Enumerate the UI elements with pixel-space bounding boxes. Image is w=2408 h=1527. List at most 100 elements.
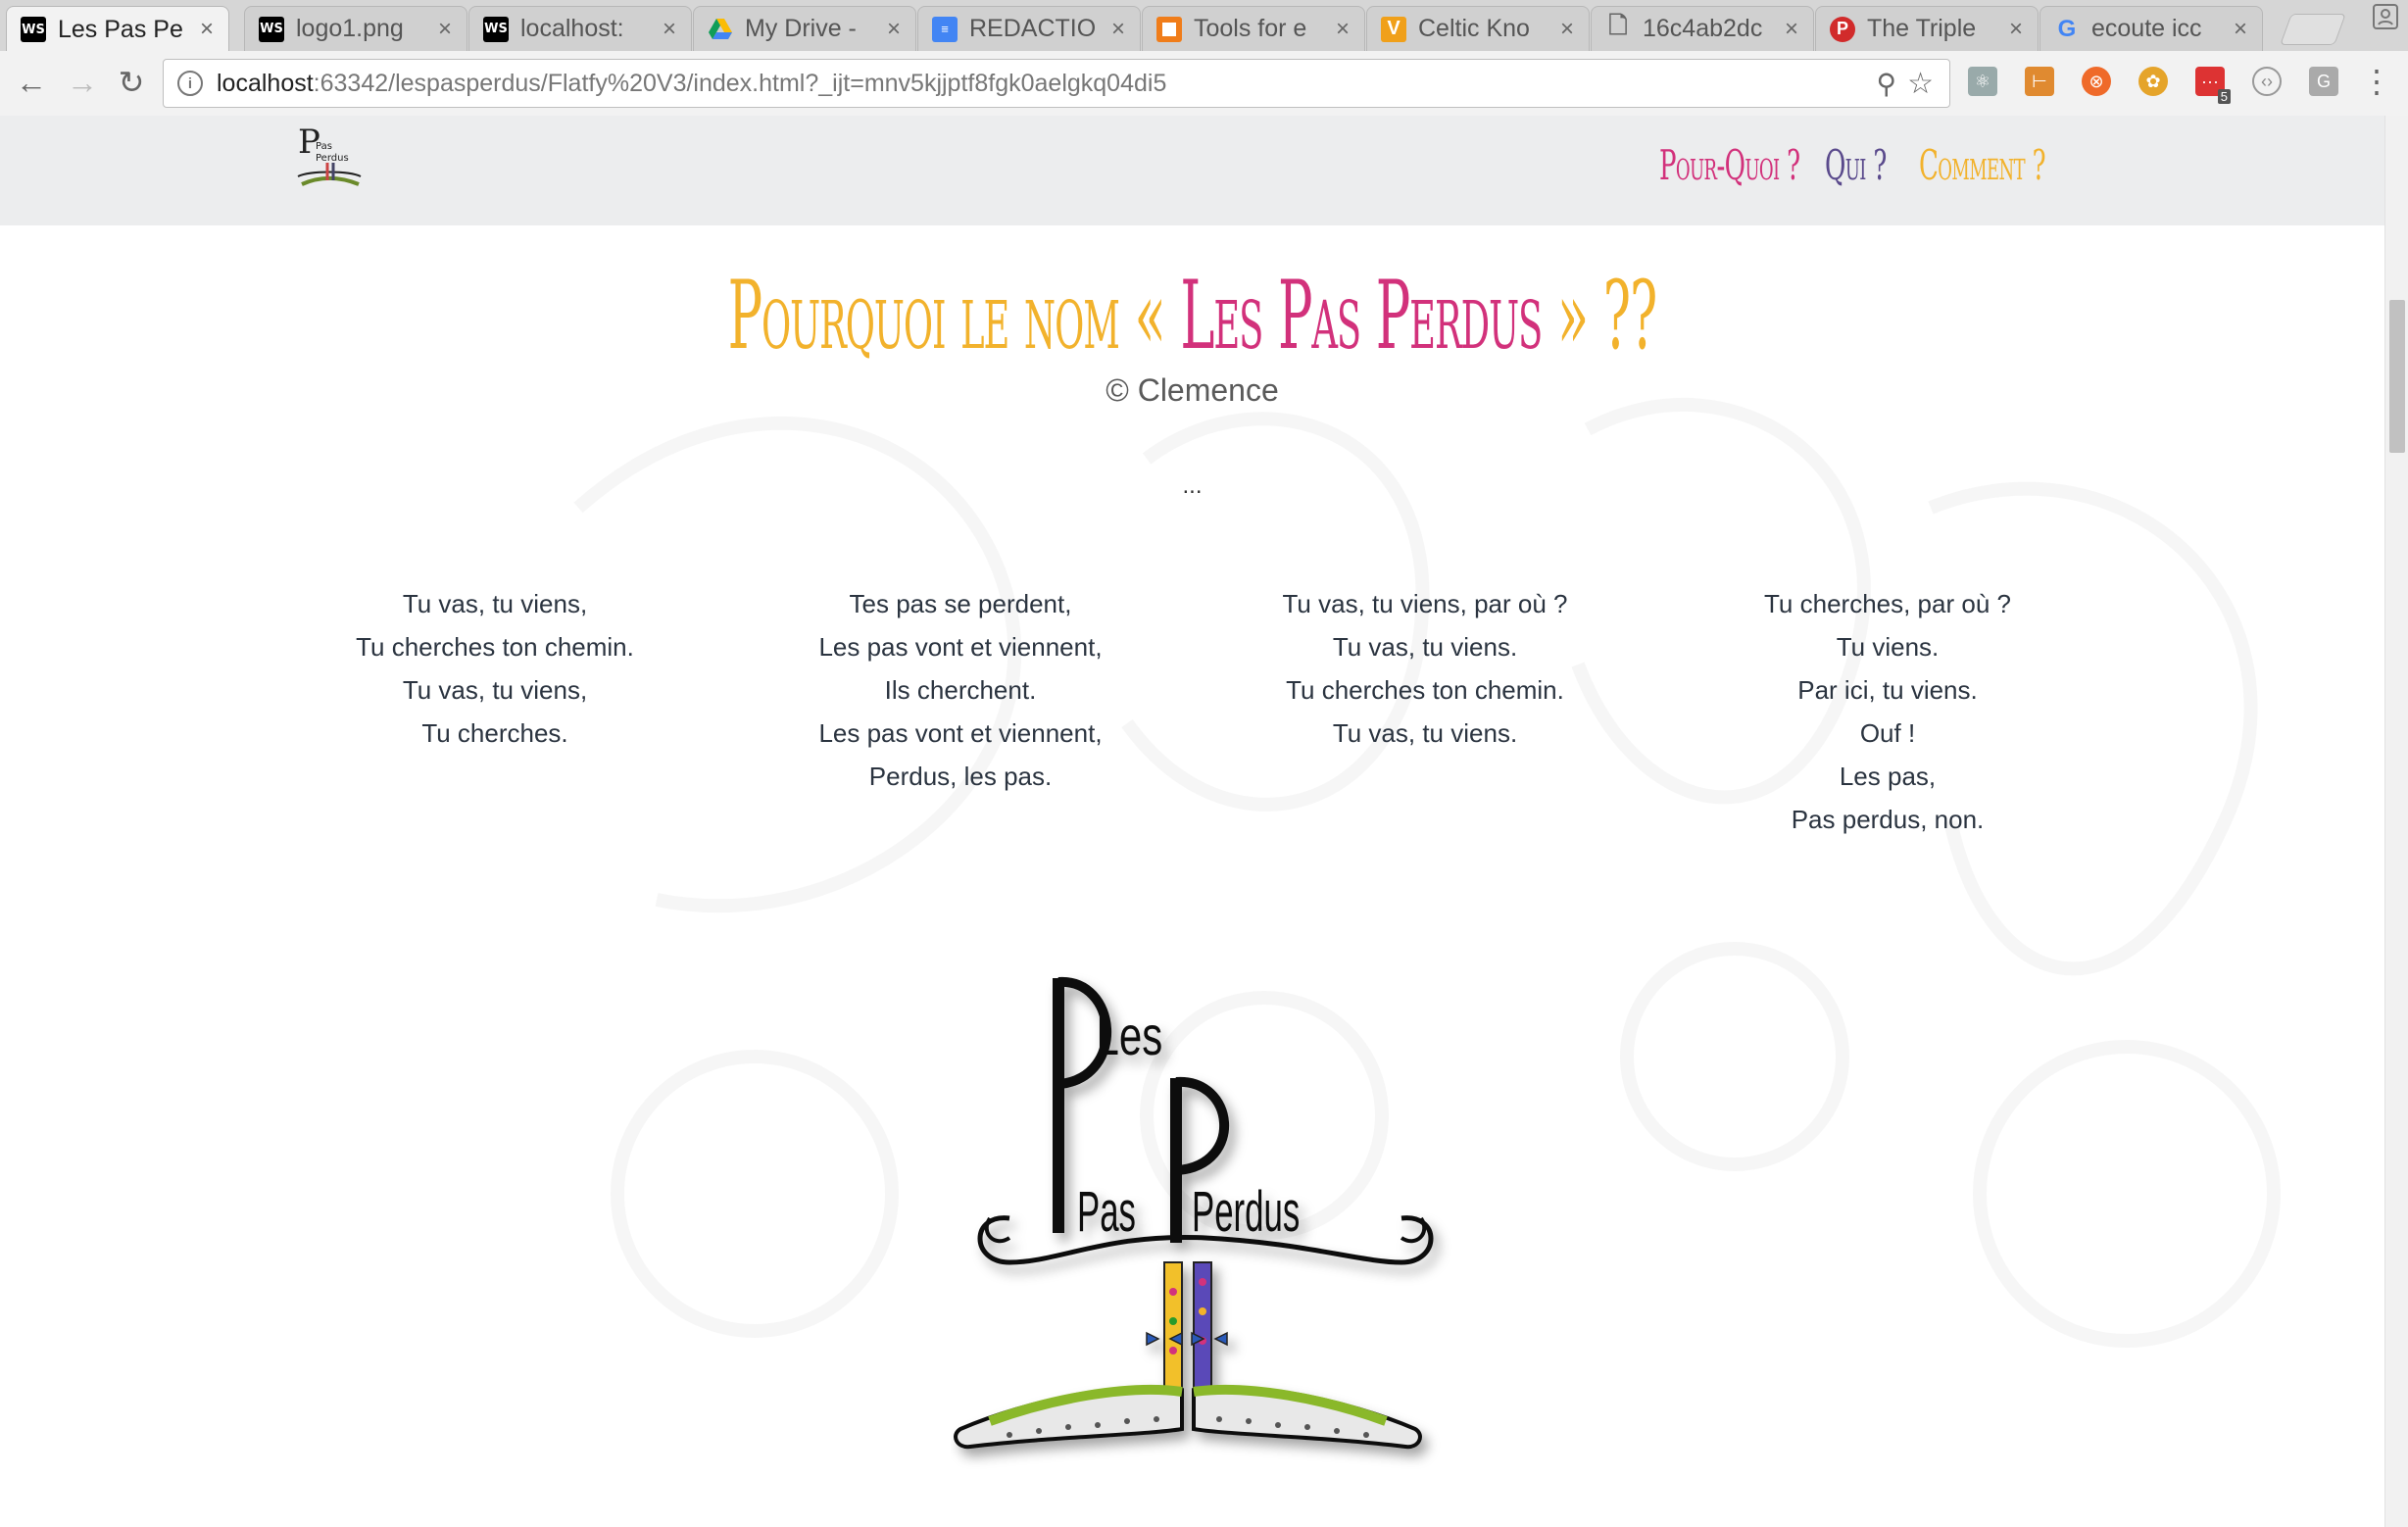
poem-line: Tu viens. [1836,632,1940,662]
tab-label: Tools for e [1194,15,1307,42]
tab-tools[interactable]: Tools for e × [1142,6,1365,51]
close-icon[interactable]: × [882,16,906,43]
url-path: :63342/lespasperdus/Flatfy%20V3/index.ht… [313,69,1167,97]
reload-icon[interactable]: ↻ [114,65,149,100]
tab-the-triple[interactable]: P The Triple × [1815,6,2039,51]
ellipsis-text: ... [1182,472,1203,499]
react-devtools-icon[interactable]: ⚛ [1968,67,1997,96]
scrollbar-thumb[interactable] [2389,300,2405,453]
site-navbar: P Pas Perdus Pour-Quoi ? Qui ? Comment ? [0,116,2384,225]
new-tab-button[interactable] [2280,14,2346,45]
poem-line: Tu cherches ton chemin. [1286,675,1564,705]
back-icon[interactable]: ← [14,65,49,100]
poem-line: Pas perdus, non. [1791,805,1985,834]
logo-word-les: Les [1097,1006,1163,1066]
close-icon[interactable]: × [1555,16,1579,43]
info-icon[interactable]: i [177,71,203,96]
bookmark-star-icon[interactable]: ☆ [1907,67,1934,101]
title-part-3: » ?? [1542,261,1657,370]
close-icon[interactable]: × [433,16,457,43]
tab-my-drive[interactable]: My Drive - × [693,6,916,51]
tab-label: localhost: [520,15,624,42]
logo-word-perdus: Perdus [1192,1181,1300,1244]
tab-strip: WS Les Pas Pe × WS logo1.png × WS localh… [0,0,2408,51]
extension-icon[interactable]: ⊢ [2025,67,2054,96]
poem-line: Ouf ! [1859,718,1916,748]
close-icon[interactable]: × [1780,16,1803,43]
close-icon[interactable]: × [2004,16,2028,43]
site-logo[interactable]: P Pas Perdus [290,120,369,198]
tab-localhost[interactable]: WS localhost: × [468,6,692,51]
close-icon[interactable]: × [195,16,219,43]
forward-icon[interactable]: → [65,65,100,100]
poem-column-1: Tu vas, tu viens, Tu cherches ton chemin… [265,582,725,755]
tab-label: The Triple [1867,15,1977,42]
tab-label: Les Pas Pe [58,15,183,43]
page-scrollbar[interactable] [2384,116,2408,1527]
webstorm-icon: WS [21,17,46,42]
url-host: localhost [217,69,314,97]
file-icon: 🗋 [1608,13,1628,39]
nav-comment[interactable]: Comment ? [1919,141,2046,189]
poem-line: Les pas vont et viennent, [818,718,1103,748]
title-part-1: Pourquoi le nom « [727,261,1181,370]
poem-line: Ils cherchent. [884,675,1037,705]
svg-text:Perdus: Perdus [316,153,349,164]
poem-line: Tu vas, tu viens. [1332,718,1518,748]
close-icon[interactable]: × [2229,16,2252,43]
title-part-2: Les Pas Perdus [1180,261,1544,370]
browser-toolbar: ← → ↻ i localhost:63342/lespasperdus/Fla… [0,51,2408,117]
poem-line: Tu vas, tu viens, par où ? [1282,589,1568,618]
close-icon[interactable]: × [658,16,681,43]
nav-pour-quoi[interactable]: Pour-Quoi ? [1659,141,1800,189]
poem-line: Perdus, les pas. [868,762,1053,791]
g-extension-icon[interactable]: G [2309,67,2338,96]
tools-icon [1156,16,1182,42]
notification-extension-icon[interactable]: ··· 5 [2195,67,2231,104]
author-credit: © Clemence [1106,372,1279,408]
tab-label: 16c4ab2dc [1643,15,1763,42]
tab-ecoute[interactable]: G ecoute icc × [2039,6,2263,51]
v-icon: V [1381,16,1406,42]
tab-label: ecoute icc [2091,15,2202,42]
tab-les-pas-perdus[interactable]: WS Les Pas Pe × [6,6,229,51]
poem-line: Les pas, [1839,762,1937,791]
tab-file[interactable]: 🗋 16c4ab2dc × [1591,6,1814,51]
poem-line: Tu vas, tu viens, [402,675,588,705]
page-title: Pourquoi le nom « Les Pas Perdus » ?? [0,261,2384,370]
webstorm-icon: WS [483,16,509,42]
poem-column-3: Tu vas, tu viens, par où ? Tu vas, tu vi… [1195,582,1655,755]
nav-qui[interactable]: Qui ? [1825,141,1887,189]
ublock-icon[interactable]: ⊗ [2082,67,2111,96]
profile-icon[interactable] [2373,4,2398,29]
google-drive-icon [708,17,733,42]
extension-badge: 5 [2217,89,2231,104]
google-docs-icon: ≡ [932,16,958,42]
tab-label: logo1.png [296,15,404,42]
browser-menu-icon[interactable]: ⋮ [2361,63,2392,100]
tab-label: Celtic Kno [1418,15,1530,42]
address-bar[interactable]: i localhost:63342/lespasperdus/Flatfy%20… [163,59,1950,108]
poem-line: Les pas vont et viennent, [818,632,1103,662]
poem-line: Tu vas, tu viens, [402,589,588,618]
poem-line: Tu cherches. [421,718,568,748]
poem-line: Tu cherches ton chemin. [356,632,634,662]
logo-word-pas: Pas [1077,1181,1136,1244]
flower-extension-icon[interactable]: ✿ [2138,67,2168,96]
close-icon[interactable]: × [1106,16,1130,43]
les-pas-perdus-logo: Les Pas Perdus [954,976,1434,1450]
poem-line: Par ici, tu viens. [1797,675,1978,705]
poem-line: Tu vas, tu viens. [1332,632,1518,662]
poem-column-2: Tes pas se perdent, Les pas vont et vien… [730,582,1191,798]
poem-line: Tu cherches, par où ? [1764,589,2011,618]
tab-label: REDACTIO [969,15,1097,42]
close-icon[interactable]: × [1331,16,1354,43]
webstorm-icon: WS [259,16,284,42]
svg-text:Pas: Pas [316,141,332,152]
tab-celtic-knot[interactable]: V Celtic Kno × [1366,6,1590,51]
poem-line: Tes pas se perdent, [849,589,1072,618]
tab-redaction[interactable]: ≡ REDACTIO × [917,6,1141,51]
code-extension-icon[interactable]: ‹› [2252,67,2282,96]
zoom-icon[interactable]: ⚲ [1876,68,1896,100]
tab-logo1[interactable]: WS logo1.png × [244,6,467,51]
